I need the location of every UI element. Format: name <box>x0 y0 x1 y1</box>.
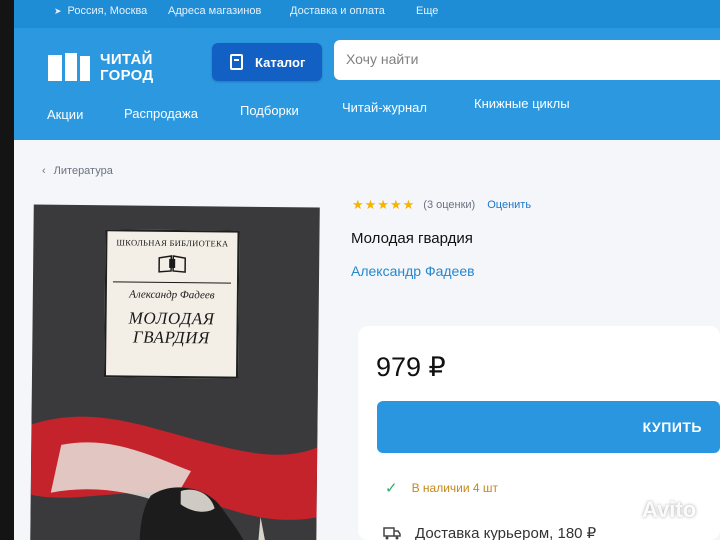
truck-icon <box>383 526 401 540</box>
cover-author: Александр Фадеев <box>129 288 215 302</box>
logo-line-2: ГОРОД <box>100 67 154 84</box>
logo-line-1: ЧИТАЙ <box>100 51 153 68</box>
nav-item-sale[interactable]: Распродажа <box>124 106 198 121</box>
delivery-info: Доставка курьером, 180 ₽ <box>383 524 596 540</box>
cover-series: ШКОЛЬНАЯ БИБЛИОТЕКА <box>116 237 229 249</box>
site-logo[interactable]: ЧИТАЙ ГОРОД <box>48 52 153 84</box>
cover-title-line-2: ГВАРДИЯ <box>132 327 210 348</box>
breadcrumb-label: Литература <box>53 165 113 177</box>
browser-screen: ➤ Россия, Москва Адреса магазинов Доставк… <box>0 0 720 540</box>
open-book-icon <box>157 254 187 274</box>
top-info-bar: ➤ Россия, Москва Адреса магазинов Доставк… <box>0 0 720 28</box>
catalog-label: Каталог <box>255 54 306 70</box>
chevron-left-icon: ‹ <box>42 165 46 177</box>
breadcrumb[interactable]: ‹ Литература <box>42 165 113 177</box>
delivery-label: Доставка курьером, 180 ₽ <box>415 525 597 540</box>
location-label: Россия, Москва <box>67 5 148 17</box>
check-icon: ✓ <box>385 480 398 497</box>
avito-wordmark: Avito <box>642 497 697 522</box>
nav-item-journal[interactable]: Читай-журнал <box>342 100 427 115</box>
rating-count: (3 оценки) <box>423 199 476 211</box>
price: 979 ₽ <box>376 352 446 382</box>
cover-illustration <box>30 384 318 540</box>
avito-logo-icon <box>612 497 638 523</box>
cover-title-line-1: МОЛОДАЯ <box>128 308 215 329</box>
stock-label: В наличии 4 шт <box>411 481 499 495</box>
catalog-icon <box>230 54 243 70</box>
more-link[interactable]: Еще <box>416 5 438 17</box>
location-selector[interactable]: ➤ Россия, Москва <box>54 5 147 17</box>
nav-item-book-series[interactable]: Книжные циклы <box>474 96 570 111</box>
delivery-link[interactable]: Доставка и оплата <box>290 5 385 17</box>
cover-label-box: ШКОЛЬНАЯ БИБЛИОТЕКА Александр Фадеев МОЛ… <box>103 229 240 379</box>
nav-item-promos[interactable]: Акции <box>47 107 83 122</box>
buy-button-label: КУПИТЬ <box>642 419 702 435</box>
site-header: ЧИТАЙ ГОРОД Каталог Хочу найти Акции Рас… <box>0 28 720 140</box>
cover-rule <box>112 281 231 284</box>
main-nav: Акции Распродажа Подборки Читай-журнал К… <box>0 96 720 128</box>
stock-status: ✓ В наличии 4 шт <box>385 479 498 497</box>
logo-wordmark: ЧИТАЙ ГОРОД <box>100 52 153 84</box>
screen-bezel <box>0 0 14 540</box>
stores-link[interactable]: Адреса магазинов <box>168 5 261 17</box>
author-link[interactable]: Александр Фадеев <box>351 263 475 279</box>
nav-item-collections[interactable]: Подборки <box>240 103 299 118</box>
product-page: ‹ Литература ШКОЛЬНАЯ БИБЛИОТЕКА Александ… <box>0 140 720 540</box>
location-arrow-icon: ➤ <box>54 6 62 16</box>
star-rating-icon: ★★★★★ <box>352 197 416 212</box>
buy-button[interactable]: КУПИТЬ <box>377 401 720 453</box>
rate-link[interactable]: Оценить <box>487 199 531 211</box>
product-rating: ★★★★★ (3 оценки) Оценить <box>352 197 531 213</box>
catalog-button[interactable]: Каталог <box>212 43 322 81</box>
avito-watermark: Avito <box>612 497 696 523</box>
product-title: Молодая гвардия <box>351 230 473 247</box>
book-cover-image[interactable]: ШКОЛЬНАЯ БИБЛИОТЕКА Александр Фадеев МОЛ… <box>30 204 320 540</box>
logo-book-icon <box>48 53 96 83</box>
search-input[interactable]: Хочу найти <box>334 40 720 80</box>
